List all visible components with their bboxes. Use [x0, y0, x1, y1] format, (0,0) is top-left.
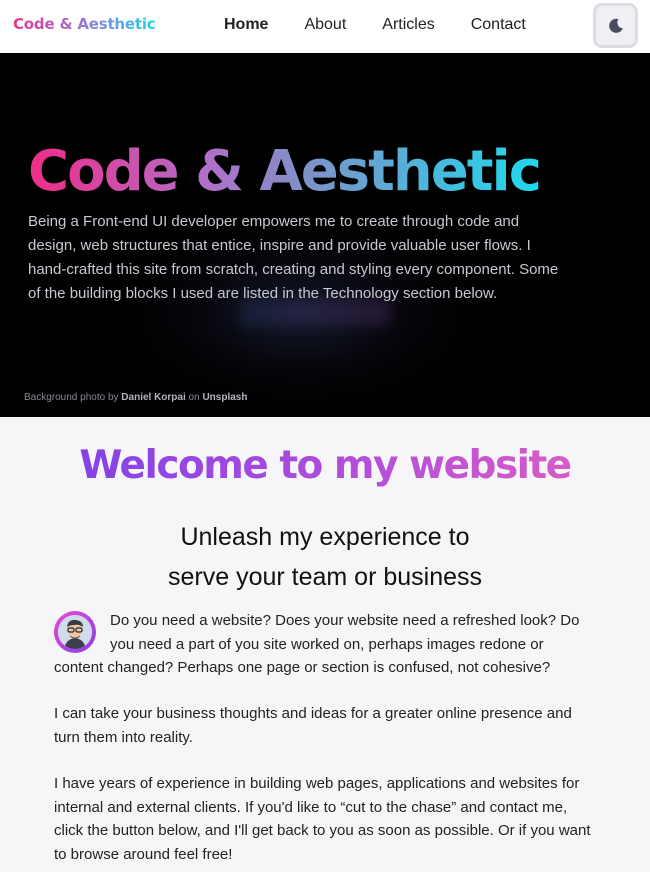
- nav-contact-link[interactable]: Contact: [471, 16, 526, 34]
- nav-about-link[interactable]: About: [304, 16, 346, 34]
- welcome-heading: Welcome to my website: [0, 441, 650, 491]
- business-paragraph: I can take your business thoughts and id…: [54, 705, 572, 746]
- subtitle-heading: Unleash my experience to serve your team…: [0, 517, 650, 597]
- experience-paragraph: I have years of experience in building w…: [54, 775, 591, 863]
- main-content: Welcome to my website Unleash my experie…: [0, 417, 650, 872]
- site-logo[interactable]: Code & Aesthetic: [13, 15, 156, 33]
- hero-description: Being a Front-end UI developer empowers …: [28, 213, 559, 302]
- credit-site-link[interactable]: Unsplash: [202, 392, 247, 403]
- subtitle-line-1: Unleash my experience to: [180, 523, 470, 551]
- photo-credit: Background photo by Daniel Korpai on Uns…: [24, 392, 247, 403]
- theme-toggle-button[interactable]: [593, 3, 638, 48]
- hero-section: Code & Aesthetic Being a Front-end UI de…: [0, 53, 650, 417]
- avatar-portrait: [58, 615, 92, 649]
- site-header: Code & Aesthetic Home About Articles Con…: [0, 0, 650, 53]
- subtitle-line-2: serve your team or business: [167, 563, 483, 591]
- main-nav: Home About Articles Contact: [224, 16, 526, 34]
- welcome-heading-text: Welcome to my website: [79, 443, 572, 488]
- intro-paragraph-text: Do you need a website? Does your website…: [54, 612, 580, 676]
- credit-on: on: [188, 392, 200, 403]
- credit-prefix: Background photo by: [24, 392, 119, 403]
- intro-paragraph: Do you need a website? Does your website…: [54, 609, 584, 680]
- moon-icon: [608, 18, 623, 33]
- nav-home-link[interactable]: Home: [224, 16, 268, 34]
- hero-title: Code & Aesthetic: [28, 139, 542, 204]
- avatar: [54, 611, 96, 653]
- nav-articles-link[interactable]: Articles: [382, 16, 434, 34]
- credit-author-link[interactable]: Daniel Korpai: [121, 392, 185, 403]
- avatar-illustration-icon: [58, 615, 92, 649]
